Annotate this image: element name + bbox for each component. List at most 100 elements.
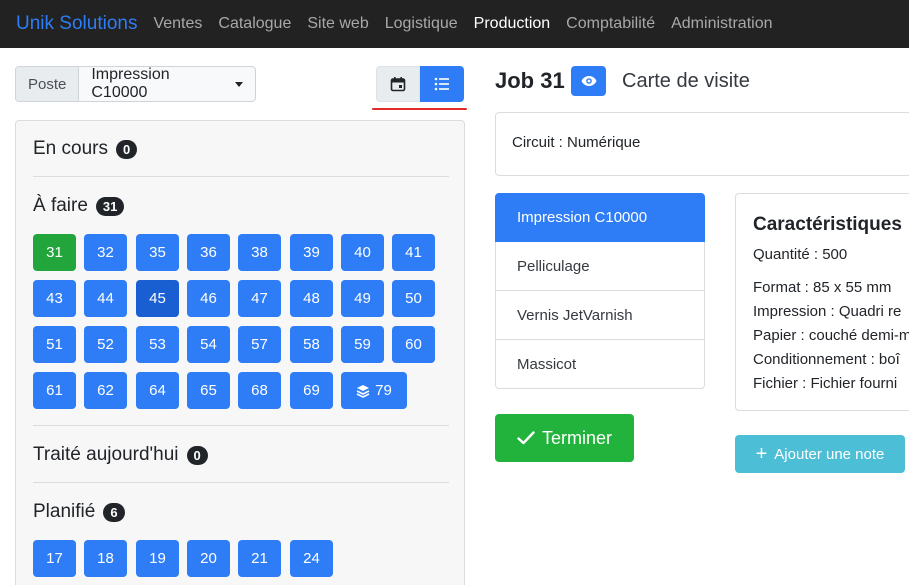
job-button[interactable]: 18	[84, 540, 127, 577]
eye-icon	[581, 76, 596, 86]
job-button[interactable]: 61	[33, 372, 76, 409]
circuit-card: Circuit : Numérique	[495, 112, 909, 176]
characteristics-card: Caractéristiques Quantité : 500 Format :…	[735, 193, 909, 411]
nav-catalogue[interactable]: Catalogue	[218, 15, 291, 33]
nav-production[interactable]: Production	[474, 15, 551, 33]
calendar-icon	[390, 77, 406, 92]
terminer-button[interactable]: Terminer	[495, 414, 634, 462]
section-title: Planifié	[33, 501, 96, 522]
section-traite: Traité aujourd'hui 0	[33, 444, 208, 466]
job-button[interactable]: 31	[33, 234, 76, 271]
section-title: À faire	[33, 195, 88, 216]
job-button[interactable]: 17	[33, 540, 76, 577]
brand-logo[interactable]: Unik Solutions	[16, 13, 137, 35]
job-button[interactable]: 46	[187, 280, 230, 317]
step-pelliculage[interactable]: Pelliculage	[495, 242, 705, 291]
jobs-panel: En cours 0 À faire 31 31 32 35 36 38 39 40 41 43…	[15, 120, 465, 585]
section-planifie: Planifié 6	[33, 501, 125, 523]
steps-list: Impression C10000 Pelliculage Vernis Jet…	[495, 193, 705, 389]
characteristics-title: Caractéristiques	[753, 214, 902, 235]
job-button[interactable]: 20	[187, 540, 230, 577]
step-impression[interactable]: Impression C10000	[495, 193, 705, 242]
job-button[interactable]: 52	[84, 326, 127, 363]
job-button[interactable]: 43	[33, 280, 76, 317]
section-en-cours: En cours 0	[33, 138, 138, 160]
job-button[interactable]: 60	[392, 326, 435, 363]
job-title: Job 31	[495, 68, 565, 93]
char-conditionnement: Conditionnement : boî	[753, 351, 900, 368]
job-button[interactable]: 19	[136, 540, 179, 577]
count-badge: 0	[186, 445, 208, 465]
job-subtitle: Carte de visite	[622, 70, 750, 92]
add-note-label: Ajouter une note	[774, 445, 885, 463]
job-button[interactable]: 47	[238, 280, 281, 317]
poste-dropdown[interactable]: Impression C10000	[79, 66, 256, 101]
nav-logistique[interactable]: Logistique	[385, 15, 458, 33]
step-massicot[interactable]: Massicot	[495, 340, 705, 389]
job-group-label: 79	[375, 382, 392, 399]
job-button[interactable]: 57	[238, 326, 281, 363]
job-button[interactable]: 65	[187, 372, 230, 409]
char-format: Format : 85 x 55 mm	[753, 279, 892, 296]
terminer-label: Terminer	[541, 427, 612, 448]
job-button[interactable]: 62	[84, 372, 127, 409]
layers-icon	[356, 384, 370, 398]
job-button[interactable]: 24	[290, 540, 333, 577]
job-button[interactable]: 50	[392, 280, 435, 317]
nav-site-web[interactable]: Site web	[307, 15, 368, 33]
plus-icon: +	[755, 443, 768, 465]
job-button[interactable]: 59	[341, 326, 384, 363]
job-button[interactable]: 58	[290, 326, 333, 363]
job-button[interactable]: 41	[392, 234, 435, 271]
job-button[interactable]: 48	[290, 280, 333, 317]
view-job-button[interactable]	[571, 66, 606, 96]
caret-down-icon	[235, 81, 244, 87]
job-button[interactable]: 36	[187, 234, 230, 271]
char-papier: Papier : couché demi-m	[753, 327, 909, 344]
job-button[interactable]: 39	[290, 234, 333, 271]
job-button[interactable]: 38	[238, 234, 281, 271]
circuit-text: Circuit : Numérique	[512, 134, 641, 151]
count-badge: 6	[103, 502, 125, 522]
planifie-job-grid: 17 18 19 20 21 24	[33, 540, 453, 580]
a-faire-job-grid: 31 32 35 36 38 39 40 41 43 44 45 46 47 48 49 50 51 52 53 54…	[33, 234, 453, 414]
job-button[interactable]: 45	[136, 280, 179, 317]
divider	[33, 425, 449, 426]
divider	[33, 482, 449, 483]
divider	[33, 176, 449, 177]
nav-administration[interactable]: Administration	[671, 15, 772, 33]
view-toggle	[376, 66, 464, 102]
job-button[interactable]: 32	[84, 234, 127, 271]
step-vernis[interactable]: Vernis JetVarnish	[495, 291, 705, 340]
char-impression: Impression : Quadri re	[753, 303, 902, 320]
list-icon	[434, 77, 449, 91]
nav-ventes[interactable]: Ventes	[153, 15, 202, 33]
poste-filter: Poste Impression C10000	[15, 66, 257, 102]
job-button[interactable]: 40	[341, 234, 384, 271]
section-title: Traité aujourd'hui	[33, 444, 179, 465]
list-view-button[interactable]	[420, 66, 464, 102]
add-note-button[interactable]: + Ajouter une note	[735, 435, 905, 473]
job-button[interactable]: 64	[136, 372, 179, 409]
top-navbar: Unik Solutions Ventes Catalogue Site web…	[0, 0, 909, 48]
poste-value: Impression C10000	[91, 66, 170, 101]
nav-comptabilite[interactable]: Comptabilité	[566, 15, 655, 33]
calendar-view-button[interactable]	[376, 66, 420, 102]
job-button[interactable]: 35	[136, 234, 179, 271]
check-icon	[517, 431, 535, 445]
count-badge: 0	[115, 139, 138, 159]
char-quantity: Quantité : 500	[753, 246, 848, 263]
job-button[interactable]: 51	[33, 326, 76, 363]
job-group-button[interactable]: 79	[341, 372, 407, 409]
job-button[interactable]: 44	[84, 280, 127, 317]
job-button[interactable]: 53	[136, 326, 179, 363]
char-fichier: Fichier : Fichier fourni	[753, 375, 898, 392]
job-button[interactable]: 49	[341, 280, 384, 317]
job-button[interactable]: 54	[187, 326, 230, 363]
count-badge: 31	[95, 196, 125, 216]
section-title: En cours	[33, 138, 108, 159]
job-button[interactable]: 68	[238, 372, 281, 409]
job-button[interactable]: 69	[290, 372, 333, 409]
highlight-underline	[372, 108, 467, 110]
job-button[interactable]: 21	[238, 540, 281, 577]
